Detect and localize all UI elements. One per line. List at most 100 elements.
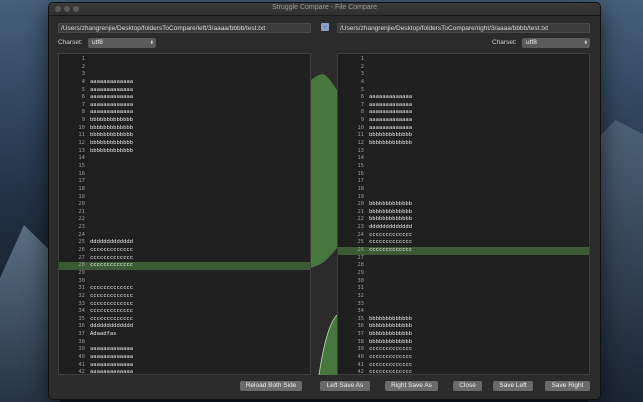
left-charset-select[interactable]: utf8 ⬍ (88, 38, 156, 48)
text-line[interactable]: 11 bbbbbbbbbbbbb (338, 132, 589, 140)
text-line[interactable]: 31 ccccccccccccc (59, 285, 310, 293)
text-line[interactable]: 1 (338, 56, 589, 64)
line-number: 5 (360, 86, 364, 93)
text-line[interactable]: 23 (59, 224, 310, 232)
text-line[interactable]: 4 (338, 79, 589, 87)
text-line[interactable]: 15 (338, 163, 589, 171)
text-line[interactable]: 3 (338, 71, 589, 79)
text-line[interactable]: 29 (338, 270, 589, 278)
text-line[interactable]: 25 ddddddddddddd (59, 239, 310, 247)
text-line[interactable]: 11 bbbbbbbbbbbbb (59, 132, 310, 140)
text-line[interactable]: 20 bbbbbbbbbbbbb (338, 201, 589, 209)
text-line[interactable]: 21 bbbbbbbbbbbbb (338, 209, 589, 217)
text-line[interactable]: 17 (59, 178, 310, 186)
text-line[interactable]: 19 (338, 194, 589, 202)
text-line[interactable]: 32 (338, 293, 589, 301)
text-line[interactable]: 9 aaaaaaaaaaaaa (338, 117, 589, 125)
text-line[interactable]: 39 ccccccccccccc (338, 346, 589, 354)
reload-both-button[interactable]: Reload Both Side (240, 381, 302, 391)
text-line[interactable]: 5 aaaaaaaaaaaaa (59, 87, 310, 95)
text-line[interactable]: 24 ccccccccccccc (338, 232, 589, 240)
text-line[interactable]: 4 aaaaaaaaaaaaa (59, 79, 310, 87)
text-line[interactable]: 8 aaaaaaaaaaaaa (338, 109, 589, 117)
text-line[interactable]: 10 aaaaaaaaaaaaa (338, 125, 589, 133)
text-line[interactable]: 7 aaaaaaaaaaaaa (338, 102, 589, 110)
text-line[interactable]: 18 (338, 186, 589, 194)
text-line[interactable]: 20 (59, 201, 310, 209)
text-line[interactable]: 22 bbbbbbbbbbbbb (338, 216, 589, 224)
text-line[interactable]: 33 (338, 301, 589, 309)
text-line[interactable]: 16 (338, 171, 589, 179)
save-right-button[interactable]: Save Right (545, 381, 590, 391)
text-line[interactable]: 32 ccccccccccccc (59, 293, 310, 301)
text-line[interactable]: 26 ccccccccccccc (59, 247, 310, 255)
text-line[interactable]: 34 ccccccccccccc (59, 308, 310, 316)
text-line[interactable]: 38 (59, 339, 310, 347)
text-line[interactable]: 39 aaaaaaaaaaaaa (59, 346, 310, 354)
text-line[interactable]: 42 aaaaaaaaaaaaa (59, 369, 310, 374)
text-line[interactable]: 25 ccccccccccccc (338, 239, 589, 247)
text-line[interactable]: 34 (338, 308, 589, 316)
text-line[interactable]: 16 (59, 171, 310, 179)
text-line[interactable]: 2 (59, 64, 310, 72)
text-line[interactable]: 27 ccccccccccccc (59, 255, 310, 263)
text-line[interactable]: 13 bbbbbbbbbbbbb (59, 148, 310, 156)
left-path-field[interactable]: /Users/zhangrenjie/Desktop/foldersToComp… (58, 23, 311, 33)
text-line[interactable]: 35 ccccccccccccc (59, 316, 310, 324)
text-line[interactable]: 41 ccccccccccccc (338, 362, 589, 370)
text-line[interactable]: 24 (59, 232, 310, 240)
text-line[interactable]: 18 (59, 186, 310, 194)
text-line[interactable]: 26 ccccccccccccc (338, 247, 589, 255)
text-line[interactable]: 33 ccccccccccccc (59, 301, 310, 309)
text-line[interactable]: 40 aaaaaaaaaaaaa (59, 354, 310, 362)
right-charset-select[interactable]: utf8 ⬍ (522, 38, 590, 48)
text-line[interactable]: 27 (338, 255, 589, 263)
text-line[interactable]: 36 bbbbbbbbbbbbb (338, 323, 589, 331)
text-line[interactable]: 40 ccccccccccccc (338, 354, 589, 362)
text-line[interactable]: 10 bbbbbbbbbbbbb (59, 125, 310, 133)
right-path-field[interactable]: /Users/zhangrenjie/Desktop/foldersToComp… (337, 23, 590, 33)
text-line[interactable]: 28 (338, 262, 589, 270)
text-line[interactable]: 2 (338, 64, 589, 72)
right-text-pane[interactable]: 1 2 3 4 5 6 aaaaaaaaaaaaa 7 aaaaaaaaaaaaa 8 aaaaaa… (337, 53, 590, 375)
line-number: 6 (360, 94, 364, 101)
text-line[interactable]: 3 (59, 71, 310, 79)
swap-icon[interactable]: ⇔ (321, 23, 329, 31)
text-line[interactable]: 36 ddddddddddddd (59, 323, 310, 331)
text-line[interactable]: 41 aaaaaaaaaaaaa (59, 362, 310, 370)
text-line[interactable]: 12 bbbbbbbbbbbbb (59, 140, 310, 148)
text-line[interactable]: 23 ddddddddddddd (338, 224, 589, 232)
text-line[interactable]: 38 bbbbbbbbbbbbb (338, 339, 589, 347)
text-line[interactable]: 30 (59, 278, 310, 286)
text-line[interactable]: 19 (59, 194, 310, 202)
left-text-pane[interactable]: 1 2 3 4 aaaaaaaaaaaaa 5 aaaaaaaaaaaaa 6 aaaaaaaa… (58, 53, 311, 375)
text-line[interactable]: 6 aaaaaaaaaaaaa (338, 94, 589, 102)
left-save-as-button[interactable]: Left Save As (320, 381, 370, 391)
text-line[interactable]: 6 aaaaaaaaaaaaa (59, 94, 310, 102)
text-line[interactable]: 14 (59, 155, 310, 163)
text-line[interactable]: 29 (59, 270, 310, 278)
text-line[interactable]: 8 aaaaaaaaaaaaa (59, 109, 310, 117)
text-line[interactable]: 31 (338, 285, 589, 293)
text-line[interactable]: 17 (338, 178, 589, 186)
text-line[interactable]: 7 aaaaaaaaaaaaa (59, 102, 310, 110)
text-line[interactable]: 12 bbbbbbbbbbbbb (338, 140, 589, 148)
text-line[interactable]: 42 ccccccccccccc (338, 369, 589, 374)
text-line[interactable]: 14 (338, 155, 589, 163)
close-button[interactable]: Close (453, 381, 482, 391)
text-line[interactable]: 28 ccccccccccccc (59, 262, 310, 270)
text-line[interactable]: 1 (59, 56, 310, 64)
text-line[interactable]: 9 bbbbbbbbbbbbb (59, 117, 310, 125)
text-line[interactable]: 37 bbbbbbbbbbbbb (338, 331, 589, 339)
text-line[interactable]: 22 (59, 216, 310, 224)
right-save-as-button[interactable]: Right Save As (385, 381, 438, 391)
text-line[interactable]: 35 bbbbbbbbbbbbb (338, 316, 589, 324)
text-line[interactable]: 13 (338, 148, 589, 156)
text-line[interactable]: 37 Adaadfas (59, 331, 310, 339)
text-line[interactable]: 21 (59, 209, 310, 217)
text-line[interactable]: 15 (59, 163, 310, 171)
save-left-button[interactable]: Save Left (493, 381, 533, 391)
text-line[interactable]: 5 (338, 87, 589, 95)
text-line[interactable]: 30 (338, 278, 589, 286)
title-bar[interactable]: Struggle Compare - File Compare (49, 3, 600, 16)
